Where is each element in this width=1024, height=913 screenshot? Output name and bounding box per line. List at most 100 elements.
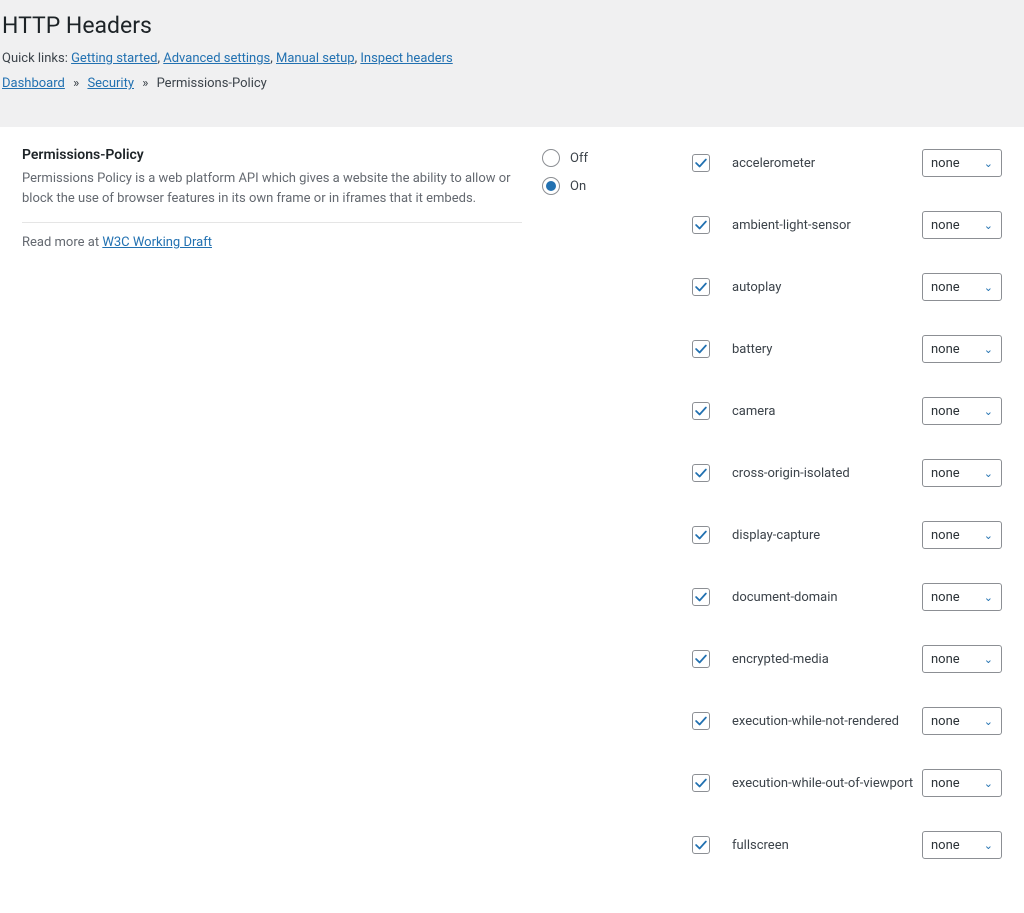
select-value: none xyxy=(931,590,960,605)
settings-panel: Permissions-Policy Permissions Policy is… xyxy=(0,127,1024,913)
feature-checkbox[interactable] xyxy=(692,836,710,854)
select-value: none xyxy=(931,218,960,233)
quick-links-label: Quick links: xyxy=(2,51,68,66)
check-icon xyxy=(694,280,708,294)
quick-links: Quick links: Getting started, Advanced s… xyxy=(2,51,1022,66)
breadcrumb-dashboard[interactable]: Dashboard xyxy=(2,76,65,91)
check-icon xyxy=(694,342,708,356)
chevron-down-icon: ⌄ xyxy=(984,777,993,790)
feature-select[interactable]: none ⌄ xyxy=(922,769,1002,797)
feature-checkbox[interactable] xyxy=(692,526,710,544)
feature-select[interactable]: none⌄ xyxy=(922,645,1002,673)
select-value: none xyxy=(931,652,960,667)
check-icon xyxy=(694,218,708,232)
radio-on[interactable] xyxy=(542,177,560,195)
radio-off-label: Off xyxy=(570,151,588,166)
radio-off[interactable] xyxy=(542,149,560,167)
feature-label: cross-origin-isolated xyxy=(732,466,922,481)
feature-row: fullscreen none ⌄ xyxy=(692,831,1002,859)
select-value: none xyxy=(931,404,960,419)
feature-select[interactable]: none⌄ xyxy=(922,273,1002,301)
chevron-down-icon: ⌄ xyxy=(984,405,993,418)
feature-label: ambient-light-sensor xyxy=(732,218,922,233)
feature-checkbox[interactable] xyxy=(692,154,710,172)
feature-row: autoplaynone⌄ xyxy=(692,273,1002,301)
chevron-down-icon: ⌄ xyxy=(984,591,993,604)
feature-select[interactable]: none ⌄ xyxy=(922,397,1002,425)
chevron-down-icon: ⌄ xyxy=(984,157,993,170)
feature-checkbox[interactable] xyxy=(692,464,710,482)
feature-row: batterynone⌄ xyxy=(692,335,1002,363)
setting-readmore: Read more at W3C Working Draft xyxy=(22,235,522,250)
chevron-down-icon: ⌄ xyxy=(984,467,993,480)
feature-label: fullscreen xyxy=(732,838,922,853)
select-value: none xyxy=(931,776,960,791)
check-icon xyxy=(694,652,708,666)
check-icon xyxy=(694,466,708,480)
chevron-down-icon: ⌄ xyxy=(984,839,993,852)
feature-checkbox[interactable] xyxy=(692,774,710,792)
feature-label: display-capture xyxy=(732,528,922,543)
link-getting-started[interactable]: Getting started xyxy=(71,51,157,66)
setting-title: Permissions-Policy xyxy=(22,147,522,163)
link-advanced-settings[interactable]: Advanced settings xyxy=(163,51,270,66)
link-inspect-headers[interactable]: Inspect headers xyxy=(360,51,452,66)
chevron-down-icon: ⌄ xyxy=(984,529,993,542)
feature-label: execution-while-out-of-viewport xyxy=(732,776,922,791)
feature-row: execution-while-not-rendered none ⌄ xyxy=(692,707,1002,735)
feature-checkbox[interactable] xyxy=(692,402,710,420)
check-icon xyxy=(694,776,708,790)
radio-on-label: On xyxy=(570,179,586,194)
feature-label: execution-while-not-rendered xyxy=(732,714,922,729)
feature-label: autoplay xyxy=(732,280,922,295)
feature-checkbox[interactable] xyxy=(692,340,710,358)
feature-row: execution-while-out-of-viewport none ⌄ xyxy=(692,769,1002,797)
feature-select[interactable]: none ⌄ xyxy=(922,707,1002,735)
breadcrumb-separator-icon: » xyxy=(142,76,148,91)
feature-row: display-capture none ⌄ xyxy=(692,521,1002,549)
feature-row: ambient-light-sensor none ⌄ xyxy=(692,211,1002,239)
select-value: none xyxy=(931,714,960,729)
check-icon xyxy=(694,714,708,728)
select-value: none xyxy=(931,528,960,543)
feature-select[interactable]: none ⌄ xyxy=(922,211,1002,239)
breadcrumb: Dashboard » Security » Permissions-Polic… xyxy=(2,76,1022,91)
check-icon xyxy=(694,590,708,604)
select-value: none xyxy=(931,838,960,853)
feature-checkbox[interactable] xyxy=(692,216,710,234)
feature-checkbox[interactable] xyxy=(692,588,710,606)
feature-row: camera none ⌄ xyxy=(692,397,1002,425)
page-title: HTTP Headers xyxy=(2,12,1022,39)
select-value: none xyxy=(931,280,960,295)
feature-select[interactable]: none ⌄ xyxy=(922,831,1002,859)
feature-select[interactable]: none⌄ xyxy=(922,335,1002,363)
check-icon xyxy=(694,838,708,852)
select-value: none xyxy=(931,342,960,357)
feature-checkbox[interactable] xyxy=(692,712,710,730)
breadcrumb-current: Permissions-Policy xyxy=(157,76,267,91)
readmore-prefix: Read more at xyxy=(22,235,102,250)
feature-label: camera xyxy=(732,404,922,419)
feature-row: encrypted-medianone⌄ xyxy=(692,645,1002,673)
feature-select[interactable]: none ⌄ xyxy=(922,583,1002,611)
breadcrumb-security[interactable]: Security xyxy=(87,76,134,91)
link-manual-setup[interactable]: Manual setup xyxy=(276,51,355,66)
feature-select[interactable]: none ⌄ xyxy=(922,459,1002,487)
feature-checkbox[interactable] xyxy=(692,278,710,296)
breadcrumb-separator-icon: » xyxy=(73,76,79,91)
feature-row: document-domain none ⌄ xyxy=(692,583,1002,611)
feature-label: document-domain xyxy=(732,590,922,605)
select-value: none xyxy=(931,156,960,171)
select-value: none xyxy=(931,466,960,481)
feature-label: accelerometer xyxy=(732,156,922,171)
feature-row: accelerometer none ⌄ xyxy=(692,149,1002,177)
setting-description: Permissions Policy is a web platform API… xyxy=(22,169,522,223)
feature-select[interactable]: none ⌄ xyxy=(922,149,1002,177)
feature-label: encrypted-media xyxy=(732,652,922,667)
readmore-link[interactable]: W3C Working Draft xyxy=(102,235,212,250)
check-icon xyxy=(694,156,708,170)
chevron-down-icon: ⌄ xyxy=(984,219,993,232)
feature-checkbox[interactable] xyxy=(692,650,710,668)
feature-select[interactable]: none ⌄ xyxy=(922,521,1002,549)
chevron-down-icon: ⌄ xyxy=(984,715,993,728)
